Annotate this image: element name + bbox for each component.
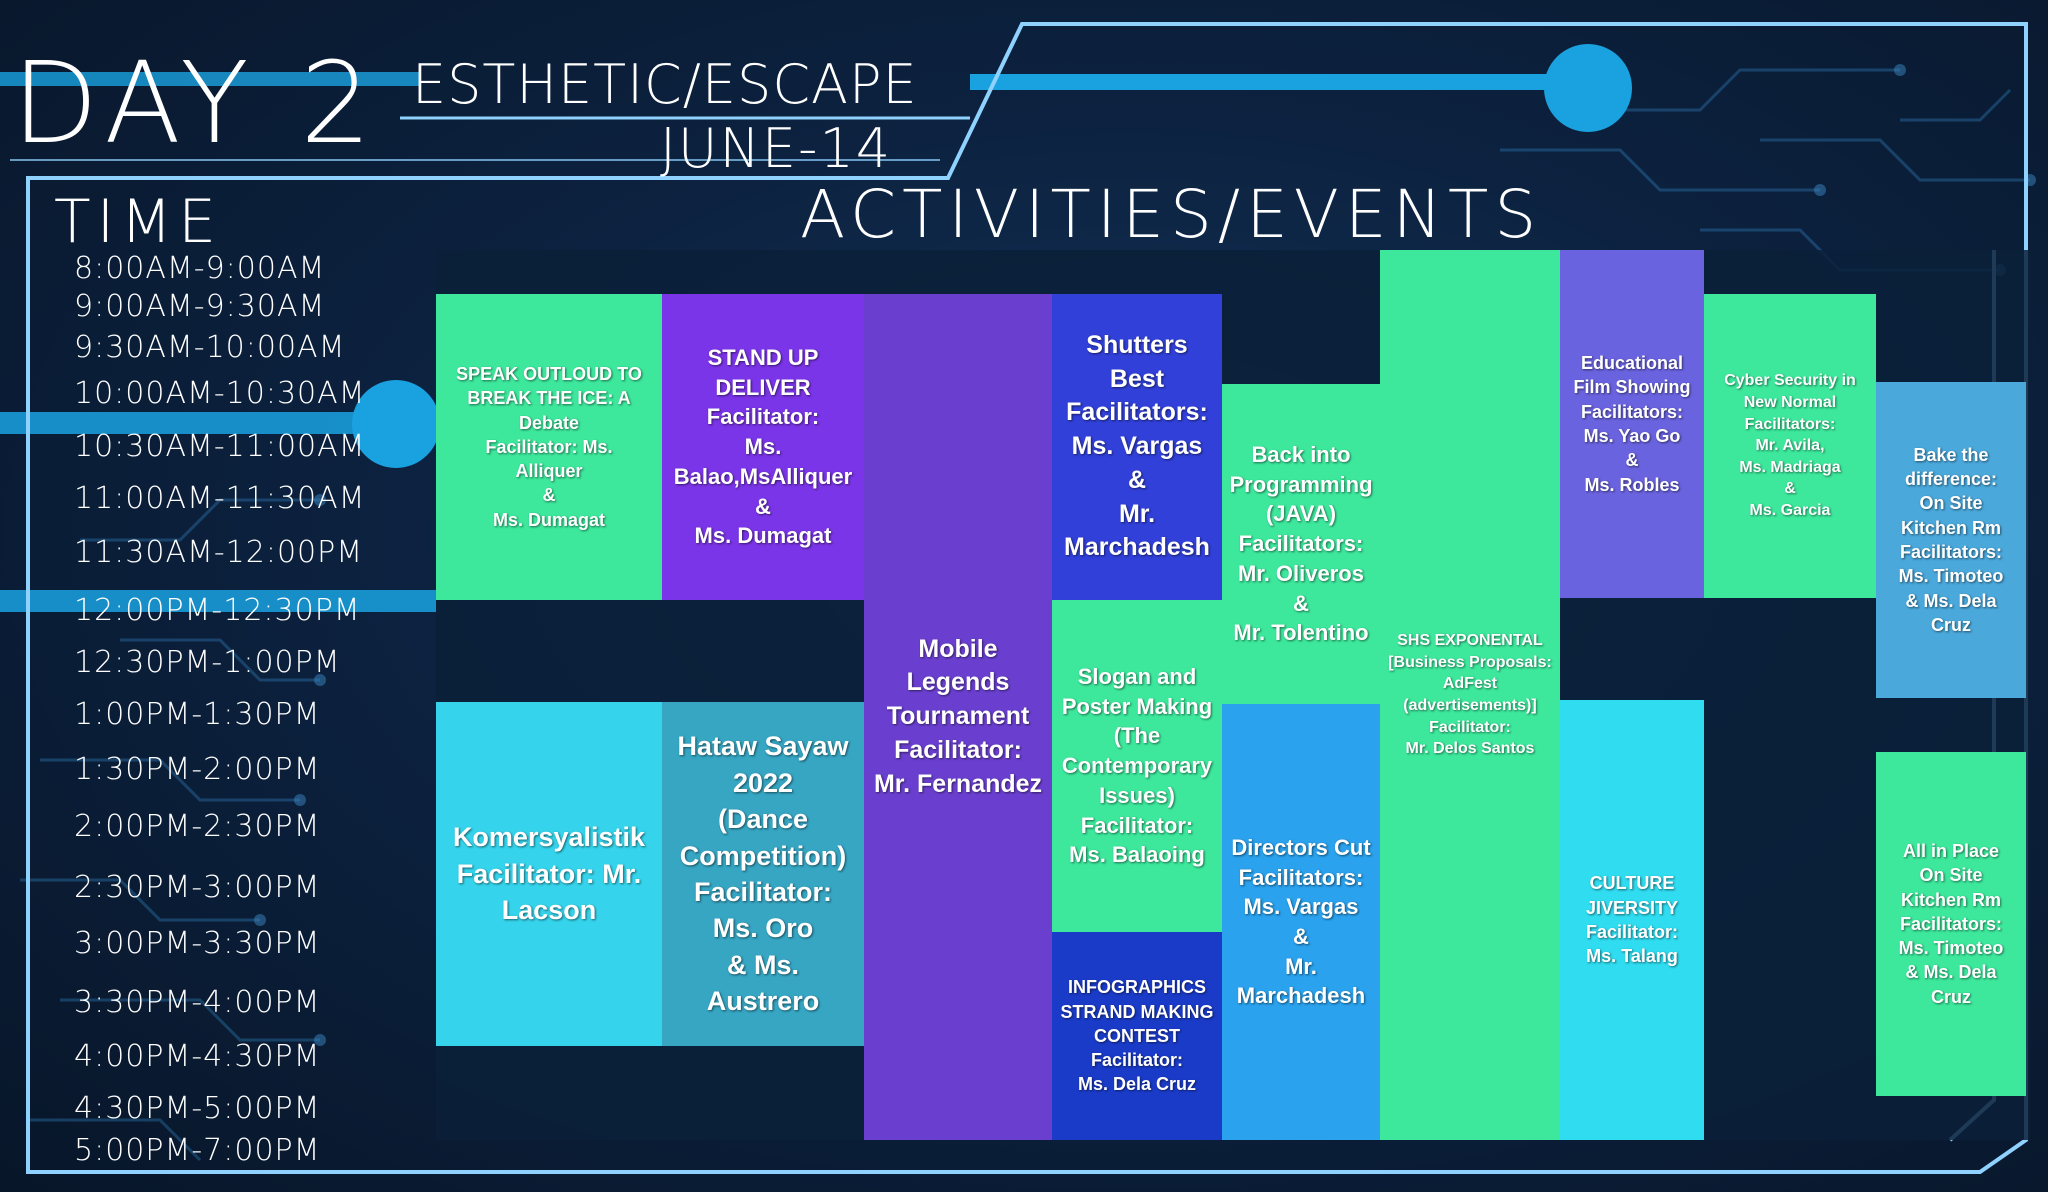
event-komersyalistik: Komersyalistik Facilitator: Mr. Lacson [436,702,662,1046]
event-shutters-best: Shutters Best Facilitators: Ms. Vargas &… [1052,294,1222,600]
event-culture-jiversity: CULTURE JIVERSITY Facilitator: Ms. Talan… [1560,700,1704,1140]
time-slot: 9:30AM-10:00AM [74,330,346,365]
event-stand-up-deliver: STAND UP DELIVER Facilitator: Ms. Balao,… [662,294,864,600]
theme-title: ESTHETIC/ESCAPE [412,53,918,116]
day-title: DAY 2 [12,39,380,169]
time-slot: 4:30PM-5:00PM [74,1091,321,1126]
event-hataw-sayaw: Hataw Sayaw 2022 (Dance Competition) Fac… [662,702,864,1046]
event-debate: SPEAK OUTLOUD TO BREAK THE ICE: A Debate… [436,294,662,600]
event-film-showing: Educational Film Showing Facilitators: M… [1560,250,1704,598]
time-slot: 9:00AM-9:30AM [74,289,326,324]
time-slot: 12:30PM-1:00PM [74,645,341,680]
event-mobile-legends: Mobile Legends Tournament Facilitator: M… [864,294,1052,1140]
time-slot: 3:00PM-3:30PM [74,926,321,961]
time-slot: 4:00PM-4:30PM [74,1039,321,1074]
event-shs-exponental: SHS EXPONENTAL [Business Proposals: AdFe… [1380,250,1560,1140]
time-slot: 2:00PM-2:30PM [74,809,321,844]
time-column-header: TIME [54,187,223,257]
time-slot: 11:00AM-11:30AM [74,481,366,516]
date-title: JUNE-14 [660,117,893,180]
time-slot: 8:00AM-9:00AM [74,251,326,286]
schedule-poster: DAY 2 ESTHETIC/ESCAPE JUNE-14 TIME ACTIV… [0,0,2048,1192]
event-all-in-place: All in Place On Site Kitchen Rm Facilita… [1876,752,2026,1096]
time-slot: 10:30AM-11:00AM [74,429,366,464]
event-slogan-poster: Slogan and Poster Making (The Contempora… [1052,600,1222,932]
time-slot: 10:00AM-10:30AM [74,376,366,411]
event-directors-cut: Directors Cut Facilitators: Ms. Vargas &… [1222,704,1380,1140]
event-infographics: INFOGRAPHICS STRAND MAKING CONTEST Facil… [1052,932,1222,1140]
time-slot: 1:30PM-2:00PM [74,752,321,787]
activities-column-header: ACTIVITIES/EVENTS [800,176,1543,253]
time-slot: 2:30PM-3:00PM [74,870,321,905]
event-bake-the-difference: Bake the difference: On Site Kitchen Rm … [1876,382,2026,698]
time-slot: 12:00PM-12:30PM [74,593,361,628]
event-java-programming: Back into Programming (JAVA) Facilitator… [1222,384,1380,704]
time-slot: 1:00PM-1:30PM [74,697,321,732]
time-slot: 11:30AM-12:00PM [74,535,364,570]
event-cyber-security: Cyber Security in New Normal Facilitator… [1704,294,1876,598]
time-slot: 3:30PM-4:00PM [74,985,321,1020]
time-slot: 5:00PM-7:00PM [74,1133,321,1168]
